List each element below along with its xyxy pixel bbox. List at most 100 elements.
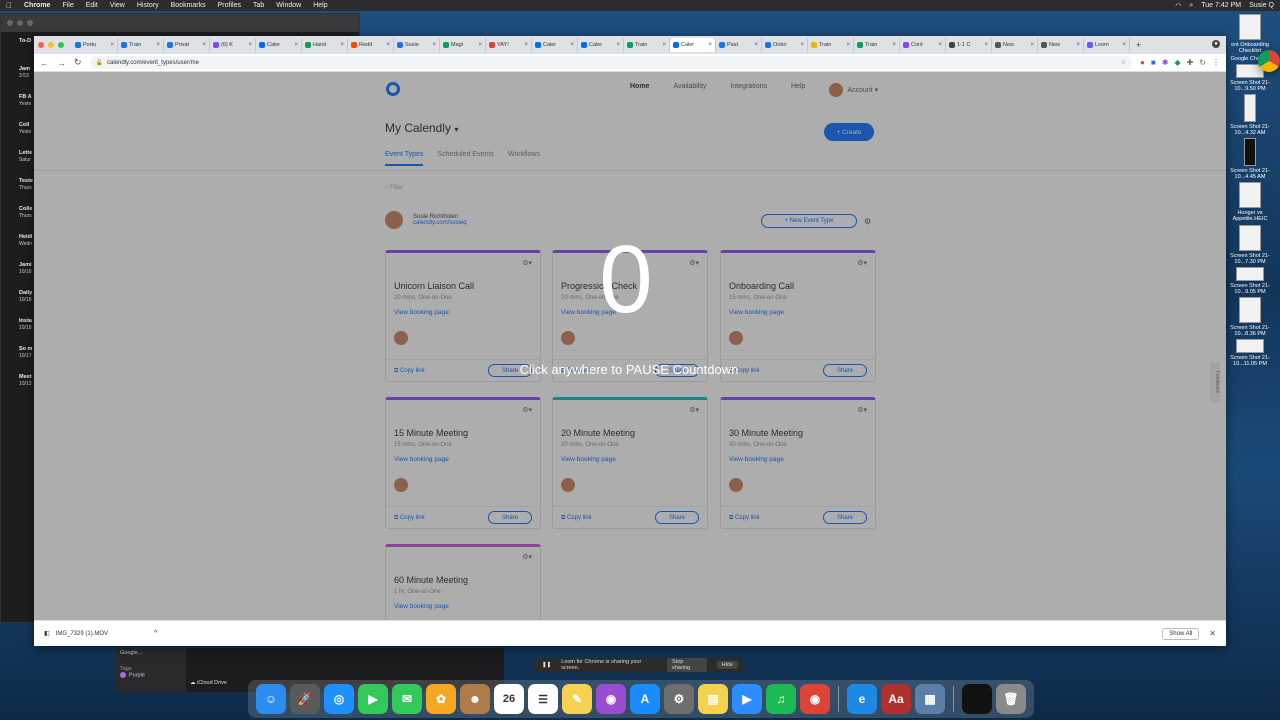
minimize-window-icon[interactable] (48, 42, 54, 48)
browser-tab[interactable]: Portu × (72, 38, 118, 52)
preview-icon[interactable]: ▦ (915, 684, 945, 714)
close-tab-icon[interactable]: × (800, 42, 804, 48)
minimized-window-icon[interactable] (962, 684, 992, 714)
desktop-file-icon[interactable]: Screen Shot 21-10...4.32 AM (1224, 94, 1276, 136)
close-tab-icon[interactable]: × (754, 42, 758, 48)
bookmark-star-icon[interactable]: ☆ (1121, 59, 1126, 66)
close-tab-icon[interactable]: × (846, 42, 850, 48)
note-list-item[interactable]: Heidi Wedn (19, 234, 35, 262)
browser-tab[interactable]: 1-1 C × (946, 38, 992, 52)
launchpad-icon[interactable]: 🚀 (290, 684, 320, 714)
puzzle-icon[interactable]: ✚ (1187, 58, 1194, 67)
browser-tab[interactable]: New × (992, 38, 1038, 52)
close-tab-icon[interactable]: × (432, 42, 436, 48)
contacts-icon[interactable]: ☻ (460, 684, 490, 714)
close-tab-icon[interactable]: × (248, 42, 252, 48)
close-tab-icon[interactable]: × (340, 42, 344, 48)
desktop-file-icon[interactable]: Screen Shot 21-10...7.30 PM (1224, 224, 1276, 265)
close-tab-icon[interactable]: × (708, 42, 712, 48)
browser-tab[interactable]: Train × (624, 38, 670, 52)
note-list-item[interactable]: FB A Yeste (19, 94, 35, 122)
notes-icon[interactable]: ✎ (562, 684, 592, 714)
safari-icon[interactable]: ◎ (324, 684, 354, 714)
apple-icon[interactable]:  (6, 1, 12, 10)
extension-icon[interactable]: ◆ (1174, 58, 1180, 67)
icloud-drive-path[interactable]: ☁ iCloud Drive (190, 680, 227, 686)
menu-help[interactable]: Help (313, 2, 327, 9)
note-list-item[interactable]: Coll Yeste (19, 122, 35, 150)
close-tab-icon[interactable]: × (938, 42, 942, 48)
hide-button[interactable]: Hide (716, 661, 738, 669)
window-minimize-icon[interactable] (17, 20, 23, 26)
extension-icon[interactable]: ✱ (1162, 58, 1169, 67)
close-tab-icon[interactable]: × (1122, 42, 1126, 48)
stickies-icon[interactable]: ▤ (698, 684, 728, 714)
close-tab-icon[interactable]: × (662, 42, 666, 48)
browser-tab[interactable]: Caler × (578, 38, 624, 52)
chevron-up-icon[interactable]: ^ (154, 630, 157, 637)
browser-tab[interactable]: Cont × (900, 38, 946, 52)
sync-icon[interactable]: ↻ (1199, 58, 1206, 67)
browser-tab[interactable]: Train × (808, 38, 854, 52)
desktop-file-icon[interactable]: Screen Shot 21-10...4.45 AM (1224, 138, 1276, 180)
reload-icon[interactable]: ↻ (74, 57, 82, 68)
close-tab-icon[interactable]: × (892, 42, 896, 48)
close-tab-icon[interactable]: × (984, 42, 988, 48)
close-icon[interactable]: ✕ (1209, 629, 1216, 638)
window-close-icon[interactable] (7, 20, 13, 26)
edge-icon[interactable]: e (847, 684, 877, 714)
note-list-item[interactable]: Daily 10/18 (19, 290, 35, 318)
close-tab-icon[interactable]: × (202, 42, 206, 48)
countdown-overlay[interactable]: 0 Click anywhere to PAUSE Countdown (34, 72, 1226, 620)
close-tab-icon[interactable]: × (110, 42, 114, 48)
zoom-window-icon[interactable] (58, 42, 64, 48)
close-tab-icon[interactable]: × (524, 42, 528, 48)
close-tab-icon[interactable]: × (616, 42, 620, 48)
menu-app-name[interactable]: Chrome (24, 2, 50, 9)
close-tab-icon[interactable]: × (294, 42, 298, 48)
desktop-file-icon[interactable]: Screen Shot 21-10...9.05 PM (1224, 266, 1276, 295)
note-list-item[interactable]: To-D (19, 38, 35, 66)
dictionary-icon[interactable]: Aa (881, 684, 911, 714)
note-list-item[interactable]: Colle Thurs (19, 206, 35, 234)
browser-tab[interactable]: Redd × (348, 38, 394, 52)
browser-tab[interactable]: YAY! × (486, 38, 532, 52)
desktop-file-icon[interactable]: Google Chrome (1224, 50, 1280, 72)
close-window-icon[interactable] (38, 42, 44, 48)
zoom-icon[interactable]: ▶ (732, 684, 762, 714)
desktop-file-icon[interactable]: Screen Shot 21-10...11.05 PM (1224, 338, 1276, 367)
close-tab-icon[interactable]: × (386, 42, 390, 48)
loom-extension-icon[interactable]: ● (1140, 58, 1145, 67)
chrome-icon[interactable]: ◉ (800, 684, 830, 714)
menu-edit[interactable]: Edit (86, 2, 98, 9)
finder-icon[interactable]: ☺ (256, 684, 286, 714)
menu-window[interactable]: Window (276, 2, 301, 9)
browser-tab[interactable]: Susie × (394, 38, 440, 52)
extension-icon[interactable]: ■ (1151, 58, 1156, 67)
wifi-icon[interactable]: ◠ (1175, 2, 1181, 10)
desktop-file-icon[interactable]: ent Onboarding Checklist (1224, 14, 1276, 54)
note-list-item[interactable]: Jam 3:53 (19, 66, 35, 94)
trash-icon[interactable]: 🗑 (996, 684, 1026, 714)
menu-file[interactable]: File (62, 2, 73, 9)
close-tab-icon[interactable]: × (570, 42, 574, 48)
window-zoom-icon[interactable] (27, 20, 33, 26)
show-all-button[interactable]: Show All (1162, 627, 1200, 640)
note-list-item[interactable]: Lette Satur (19, 150, 35, 178)
clock[interactable]: Tue 7:42 PM (1201, 2, 1241, 9)
reminders-icon[interactable]: ☰ (528, 684, 558, 714)
browser-tab[interactable]: Train × (854, 38, 900, 52)
browser-tab[interactable]: New × (1038, 38, 1084, 52)
profile-icon[interactable]: ● (1212, 40, 1220, 48)
desktop-file-icon[interactable]: Screen Shot 21-10...8.36 PM (1224, 296, 1276, 337)
podcasts-icon[interactable]: ◉ (596, 684, 626, 714)
desktop-file-icon[interactable]: Hunger vs Appetite.HEIC (1224, 182, 1276, 222)
browser-tab[interactable]: Past × (716, 38, 762, 52)
menu-bookmarks[interactable]: Bookmarks (171, 2, 206, 9)
browser-tab[interactable]: Onbo × (762, 38, 808, 52)
messages-icon[interactable]: ✉ (392, 684, 422, 714)
more-icon[interactable]: ⋮ (1212, 58, 1220, 67)
download-file[interactable]: IMG_7329 (1).MOV (56, 631, 108, 637)
note-list-item[interactable]: Insta 10/18 (19, 318, 35, 346)
close-tab-icon[interactable]: × (1076, 42, 1080, 48)
